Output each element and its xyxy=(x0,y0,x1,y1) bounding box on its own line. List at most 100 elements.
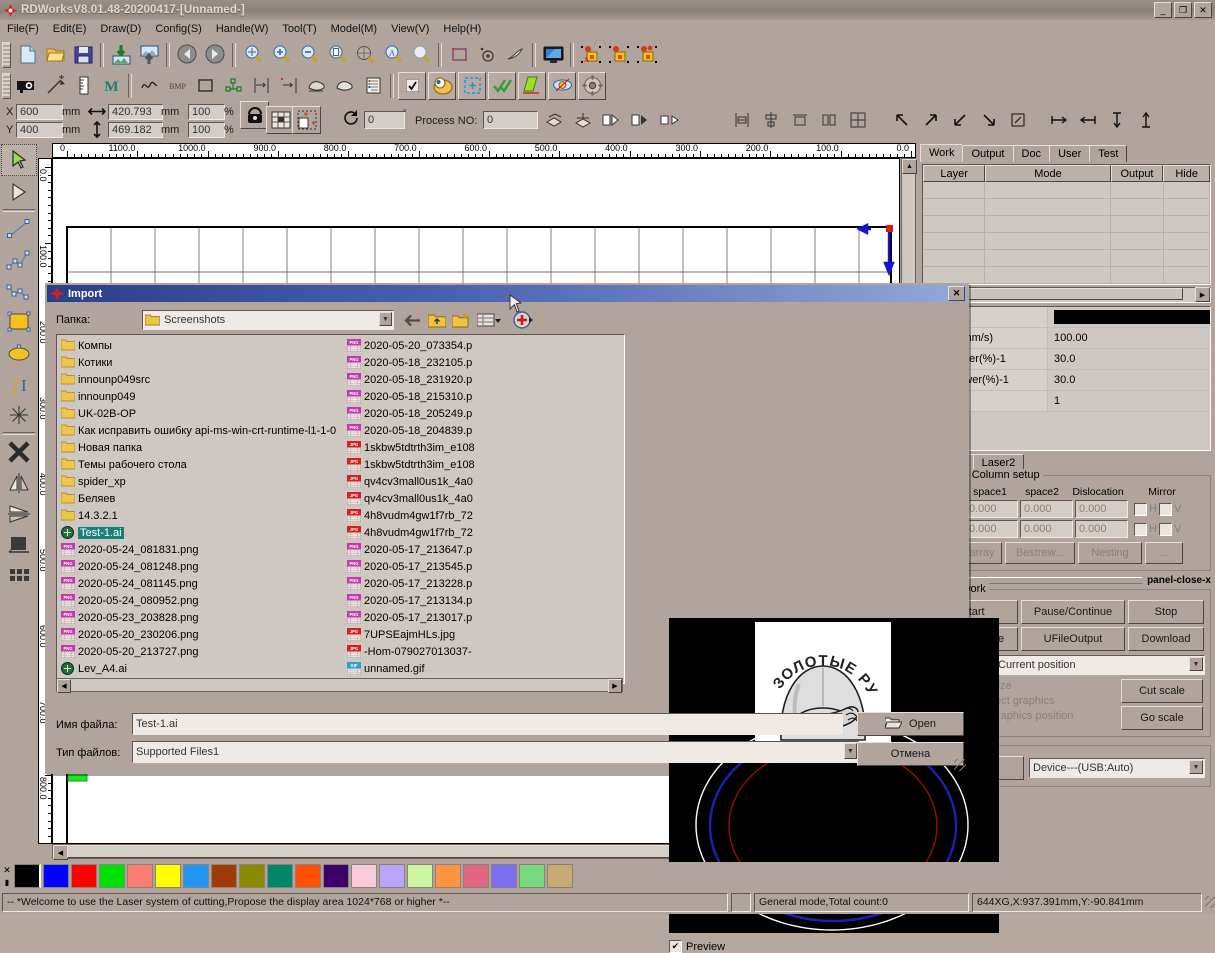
minimize-button[interactable]: _ xyxy=(1154,2,1172,18)
curve-icon[interactable] xyxy=(136,73,162,99)
open-button[interactable]: Open xyxy=(857,712,964,736)
rect-select-icon[interactable] xyxy=(446,42,472,68)
align-h-center-icon[interactable] xyxy=(1075,107,1101,133)
chevron-down-icon[interactable]: ▼ xyxy=(379,312,392,326)
group-icon[interactable] xyxy=(541,107,567,133)
list-item[interactable]: PNG2020-05-24_081831.png xyxy=(59,541,329,558)
align-node1-icon[interactable]: A xyxy=(578,42,604,68)
col-layer[interactable]: Layer xyxy=(923,165,985,182)
array-dislocation-input-1[interactable]: 0.000 xyxy=(1075,500,1128,518)
color-swatch-14[interactable] xyxy=(407,864,433,888)
list-item[interactable]: PNG2020-05-20_213727.png xyxy=(59,643,329,660)
zoom-pan-icon[interactable] xyxy=(240,42,266,68)
combine-icon[interactable] xyxy=(599,107,625,133)
color-swatch-13[interactable] xyxy=(379,864,405,888)
eye-preview-icon[interactable] xyxy=(548,72,576,100)
preview-monitor-icon[interactable] xyxy=(540,42,566,68)
zoom-all-icon[interactable] xyxy=(352,42,378,68)
dialog-resize-grip[interactable] xyxy=(954,759,966,771)
menu-item-config[interactable]: Config(S) xyxy=(148,22,208,36)
filename-input[interactable]: Test-1.ai xyxy=(132,713,843,735)
window-resize-grip[interactable] xyxy=(1205,896,1215,908)
align-left-icon[interactable] xyxy=(729,107,755,133)
menu-item-edit[interactable]: Edit(E) xyxy=(46,22,94,36)
shadow-tool[interactable] xyxy=(2,530,36,560)
list-item[interactable]: GIFunnamed.gif xyxy=(345,660,615,677)
arrow-ur-icon[interactable] xyxy=(918,107,944,133)
select-frame-icon[interactable] xyxy=(458,72,486,100)
list-item[interactable]: PNG2020-05-17_213134.p xyxy=(345,592,615,609)
layer-scroll-right[interactable]: ▶ xyxy=(1195,287,1210,302)
list-item[interactable]: PNG2020-05-17_213545.p xyxy=(345,558,615,575)
table-row[interactable] xyxy=(923,267,1210,284)
list-item[interactable]: PNG2020-05-24_081248.png xyxy=(59,558,329,575)
list-item[interactable]: JPGqv4cv3mall0us1k_4a0 xyxy=(345,473,615,490)
width-input[interactable]: 420.793 xyxy=(108,104,163,120)
chevron-down-icon[interactable]: ▼ xyxy=(844,743,857,759)
align-center-v-icon[interactable] xyxy=(758,107,784,133)
menu-item-help[interactable]: Help(H) xyxy=(436,22,488,36)
align-right2-icon[interactable] xyxy=(787,107,813,133)
list-item[interactable]: JPG1skbw5tdtrth3im_e108 xyxy=(345,456,615,473)
mirror-v-checkbox-2[interactable] xyxy=(1159,523,1172,536)
menu-item-model[interactable]: Model(M) xyxy=(324,22,384,36)
node-merge-icon[interactable] xyxy=(220,73,246,99)
mirror-h-checkbox-1[interactable] xyxy=(1134,503,1147,516)
x-input[interactable]: 600 xyxy=(16,104,63,120)
list-item[interactable]: PNG2020-05-18_232105.p xyxy=(345,354,615,371)
check-double-icon[interactable] xyxy=(488,72,516,100)
color-swatch-5[interactable] xyxy=(155,864,181,888)
cut-layer-icon[interactable] xyxy=(518,72,546,100)
menu-item-view[interactable]: View(V) xyxy=(384,22,436,36)
scroll-up-button[interactable]: ▲ xyxy=(902,159,917,174)
align-v-bottom-icon[interactable] xyxy=(1133,107,1159,133)
position-anchor-icon[interactable] xyxy=(292,106,321,134)
chevron-down-icon[interactable]: ▼ xyxy=(1189,657,1203,671)
palette-grip[interactable]: ▮ xyxy=(5,878,9,887)
array-space1-input-2[interactable]: 0.000 xyxy=(965,520,1018,538)
color-swatch-11[interactable] xyxy=(323,864,349,888)
list-item[interactable]: PNG2020-05-18_215310.p xyxy=(345,388,615,405)
tab-output[interactable]: Output xyxy=(962,145,1013,162)
align-right-icon[interactable] xyxy=(276,73,302,99)
save-disk-icon[interactable] xyxy=(70,42,96,68)
bestrew-button[interactable]: Bestrew... xyxy=(1005,542,1075,564)
table-row[interactable] xyxy=(923,250,1210,267)
list-item[interactable]: Новая папка xyxy=(59,439,329,456)
angle-input[interactable]: 0 xyxy=(364,111,405,129)
list-item[interactable]: Test-1.ai xyxy=(59,524,329,541)
param-value[interactable]: 30.0 xyxy=(1048,349,1210,369)
tab-work[interactable]: Work xyxy=(920,144,963,162)
param-value[interactable]: 100.00 xyxy=(1048,328,1210,348)
bmp-icon[interactable]: BMP xyxy=(164,73,190,99)
rotate-icon[interactable] xyxy=(340,107,362,129)
list-item[interactable]: innounp049src xyxy=(59,371,329,388)
ruler-icon[interactable] xyxy=(70,73,96,99)
col-output[interactable]: Output xyxy=(1111,165,1164,182)
palette-close-x[interactable]: ✕ xyxy=(3,865,11,876)
download-button[interactable]: Download xyxy=(1128,627,1204,651)
cancel-button[interactable]: Отмена xyxy=(857,742,964,766)
color-swatch-17[interactable] xyxy=(491,864,517,888)
smooth-icon[interactable] xyxy=(304,73,330,99)
list-item[interactable]: Компы xyxy=(59,337,329,354)
position-select[interactable]: Current position ▼ xyxy=(994,655,1205,675)
list-item[interactable]: Темы рабочего стола xyxy=(59,456,329,473)
list-item[interactable]: PNG2020-05-20_230206.png xyxy=(59,626,329,643)
arrow-box-icon[interactable] xyxy=(1005,107,1031,133)
color-swatch-12[interactable] xyxy=(351,864,377,888)
tab-doc[interactable]: Doc xyxy=(1013,145,1051,162)
align-grid-icon[interactable] xyxy=(845,107,871,133)
arrow-dr-icon[interactable] xyxy=(976,107,1002,133)
mirror-h-tool[interactable] xyxy=(2,468,36,498)
list-item[interactable]: Lev_A4.ai xyxy=(59,660,329,677)
view-mode-icon[interactable] xyxy=(476,311,502,329)
list-item[interactable]: PNG2020-05-18_205249.p xyxy=(345,405,615,422)
list-item[interactable]: PNG2020-05-24_081145.png xyxy=(59,575,329,592)
color-swatch-9[interactable] xyxy=(267,864,293,888)
stop-button[interactable]: Stop xyxy=(1128,600,1204,624)
file-scroll-left[interactable]: ◀ xyxy=(57,679,71,693)
mirror-v-tool[interactable] xyxy=(2,499,36,529)
array-space1-input-1[interactable]: 0.000 xyxy=(965,500,1018,518)
scroll-left-button[interactable]: ◀ xyxy=(53,845,68,860)
